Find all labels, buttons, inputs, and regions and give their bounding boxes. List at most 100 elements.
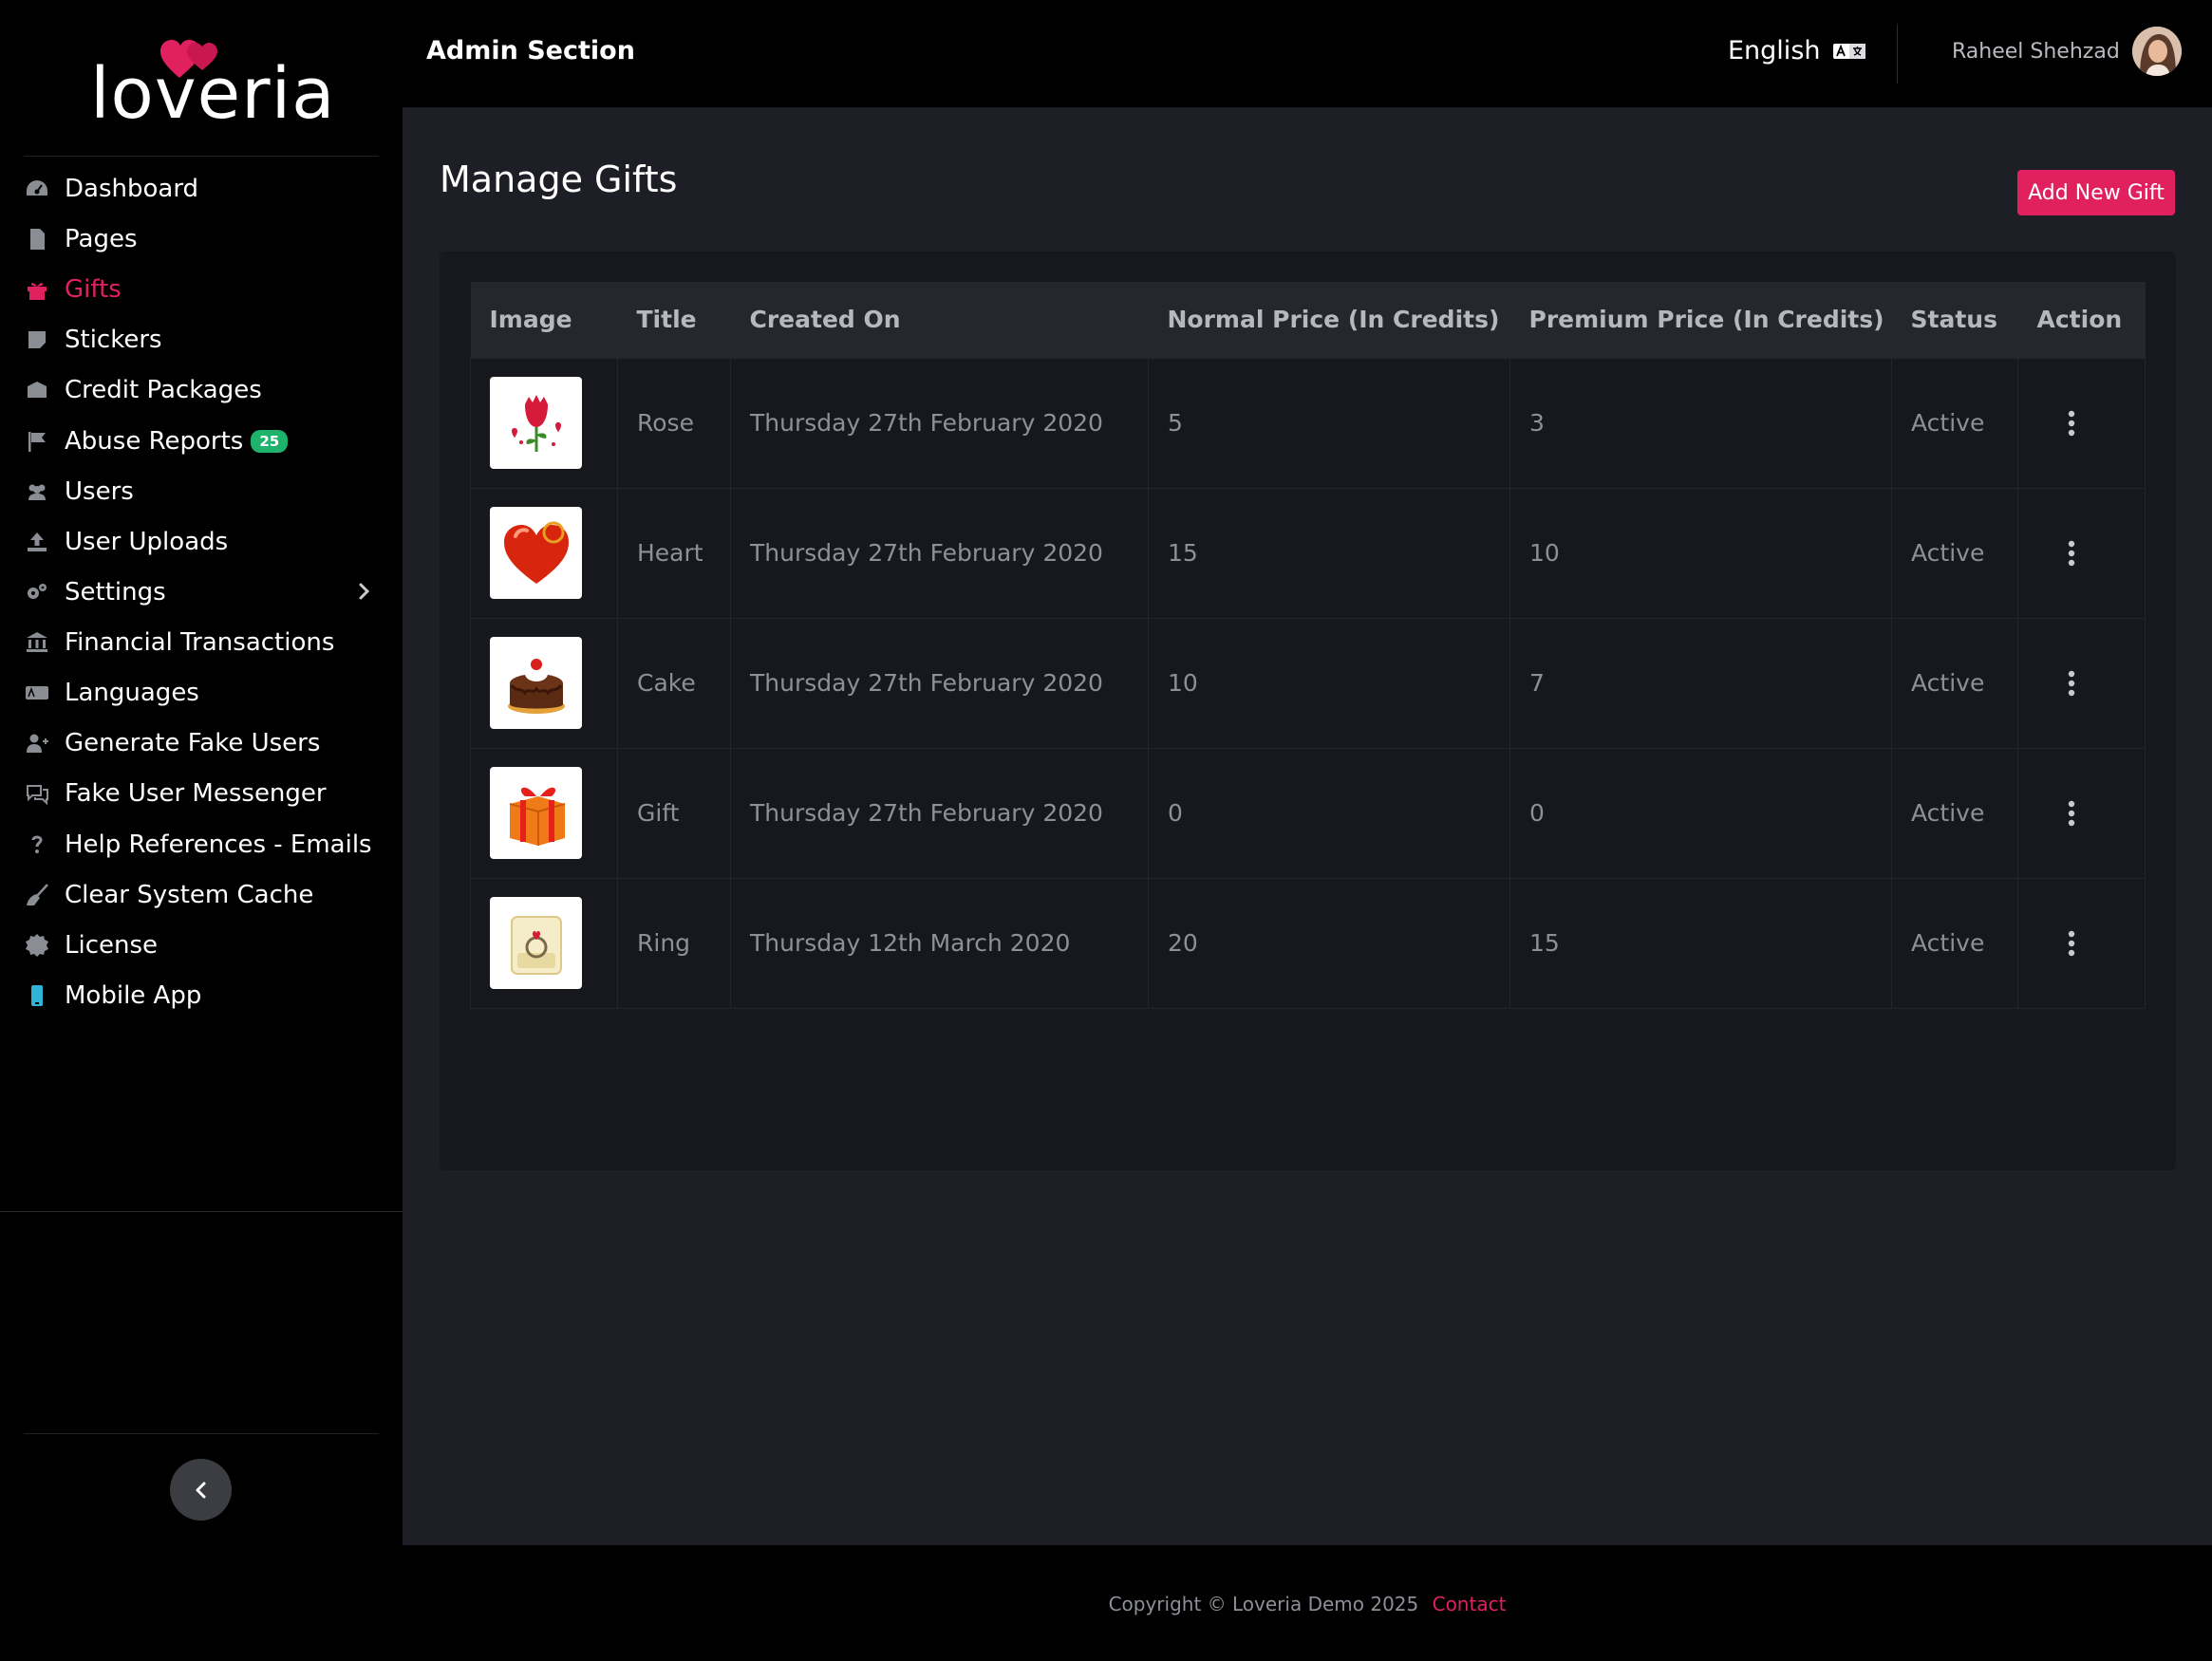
row-actions-menu-icon[interactable] xyxy=(2057,924,2086,962)
cell-image xyxy=(470,747,618,879)
language-icon xyxy=(24,680,50,706)
cell-premium-price: 10 xyxy=(1509,487,1892,619)
sidebar-item-label: Abuse Reports xyxy=(65,426,244,456)
footer: Copyright © Loveria Demo 2025 Contact xyxy=(403,1545,2212,1661)
file-icon xyxy=(24,226,50,252)
cell-title: Heart xyxy=(617,487,731,619)
chevron-left-icon xyxy=(196,1482,205,1498)
row-actions-menu-icon[interactable] xyxy=(2057,664,2086,702)
cell-normal-price: 5 xyxy=(1148,357,1510,489)
sidebar-item-label: Dashboard xyxy=(65,174,199,203)
abuse-reports-badge: 25 xyxy=(251,429,289,453)
sticky-note-icon xyxy=(24,327,50,353)
cell-status: Active xyxy=(1891,877,2018,1009)
contact-link[interactable]: Contact xyxy=(1433,1593,1507,1615)
users-icon xyxy=(24,478,50,505)
gift-box-image xyxy=(490,767,582,859)
sidebar-item-label: Users xyxy=(65,476,134,506)
sidebar-item-label: License xyxy=(65,930,159,960)
gifts-table: Image Title Created On Normal Price (In … xyxy=(470,282,2146,1009)
cell-created-on: Thursday 27th February 2020 xyxy=(730,617,1149,749)
cell-title: Rose xyxy=(617,357,731,489)
add-new-gift-button[interactable]: Add New Gift xyxy=(2017,170,2175,215)
broom-icon xyxy=(24,882,50,908)
sidebar-item-label: Stickers xyxy=(65,325,162,354)
cell-image xyxy=(470,877,618,1009)
sidebar-divider xyxy=(24,1433,379,1434)
topbar-separator xyxy=(1897,25,1898,84)
table-row: Cake Thursday 27th February 2020 10 7 Active xyxy=(470,617,2146,749)
box-icon xyxy=(24,377,50,403)
column-header-normal-price: Normal Price (In Credits) xyxy=(1167,306,1500,334)
cell-status: Active xyxy=(1891,617,2018,749)
row-actions-menu-icon[interactable] xyxy=(2057,794,2086,832)
section-title: Admin Section xyxy=(426,36,635,65)
language-icon xyxy=(1832,43,1865,59)
sidebar-item-label: Mobile App xyxy=(65,980,202,1010)
collapse-sidebar-button[interactable] xyxy=(170,1459,232,1521)
cell-title: Ring xyxy=(617,877,731,1009)
brand-logo[interactable]: loveria xyxy=(90,36,334,131)
sidebar-item-label: User Uploads xyxy=(65,527,229,556)
cell-normal-price: 20 xyxy=(1148,877,1510,1009)
cell-premium-price: 3 xyxy=(1509,357,1892,489)
column-header-image: Image xyxy=(489,306,572,334)
topbar: Admin Section English Raheel Shehzad xyxy=(403,0,2212,107)
table-row: Rose Thursday 27th February 2020 5 3 Active xyxy=(470,357,2146,489)
cake-image xyxy=(490,637,582,729)
row-actions-menu-icon[interactable] xyxy=(2057,534,2086,572)
cell-premium-price: 15 xyxy=(1509,877,1892,1009)
dashboard-icon xyxy=(24,176,50,202)
flag-icon xyxy=(24,428,50,455)
bank-icon xyxy=(24,629,50,656)
column-header-title: Title xyxy=(636,306,697,334)
sidebar-item-label: Settings xyxy=(65,577,166,607)
cell-action xyxy=(2017,747,2146,879)
column-header-premium-price: Premium Price (In Credits) xyxy=(1528,306,1884,334)
question-icon xyxy=(24,831,50,858)
user-menu[interactable]: Raheel Shehzad xyxy=(1952,27,2182,76)
ring-image xyxy=(490,897,582,989)
sidebar-item-label: Fake User Messenger xyxy=(65,778,327,808)
row-actions-menu-icon[interactable] xyxy=(2057,404,2086,442)
sidebar-item-mobile-app[interactable]: Mobile App xyxy=(0,958,403,1033)
sidebar-item-label: Languages xyxy=(65,678,199,707)
user-plus-icon xyxy=(24,730,50,756)
upload-icon xyxy=(24,529,50,555)
certificate-icon xyxy=(24,932,50,959)
cell-created-on: Thursday 27th February 2020 xyxy=(730,747,1149,879)
gifts-card: Image Title Created On Normal Price (In … xyxy=(440,252,2176,1170)
cell-status: Active xyxy=(1891,357,2018,489)
language-selector[interactable]: English xyxy=(1728,36,1865,65)
cell-premium-price: 7 xyxy=(1509,617,1892,749)
column-header-status: Status xyxy=(1910,306,1997,334)
cell-created-on: Thursday 27th February 2020 xyxy=(730,357,1149,489)
sidebar-item-label: Help References - Emails xyxy=(65,830,372,859)
table-header-row: Image Title Created On Normal Price (In … xyxy=(470,282,2146,358)
cell-premium-price: 0 xyxy=(1509,747,1892,879)
sidebar-item-label: Generate Fake Users xyxy=(65,728,321,757)
cell-created-on: Thursday 12th March 2020 xyxy=(730,877,1149,1009)
cell-image xyxy=(470,617,618,749)
cell-action xyxy=(2017,487,2146,619)
cell-normal-price: 10 xyxy=(1148,617,1510,749)
sidebar-item-label: Credit Packages xyxy=(65,375,262,404)
table-row: Heart Thursday 27th February 2020 15 10 Acti… xyxy=(470,487,2146,619)
sidebar-item-label: Gifts xyxy=(65,274,122,304)
cell-image xyxy=(470,357,618,489)
cell-created-on: Thursday 27th February 2020 xyxy=(730,487,1149,619)
sidebar-section-divider xyxy=(0,1211,403,1212)
language-label: English xyxy=(1728,36,1821,65)
cell-image xyxy=(470,487,618,619)
avatar xyxy=(2131,27,2182,76)
cell-action xyxy=(2017,877,2146,1009)
table-row: Ring Thursday 12th March 2020 20 15 Active xyxy=(470,877,2146,1009)
sidebar-item-label: Financial Transactions xyxy=(65,627,335,657)
cell-title: Cake xyxy=(617,617,731,749)
cogs-icon xyxy=(24,579,50,606)
sidebar-item-label: Clear System Cache xyxy=(65,880,314,909)
cell-status: Active xyxy=(1891,487,2018,619)
table-row: Gift Thursday 27th February 2020 0 0 Active xyxy=(470,747,2146,879)
cell-normal-price: 15 xyxy=(1148,487,1510,619)
mobile-icon xyxy=(24,982,50,1009)
